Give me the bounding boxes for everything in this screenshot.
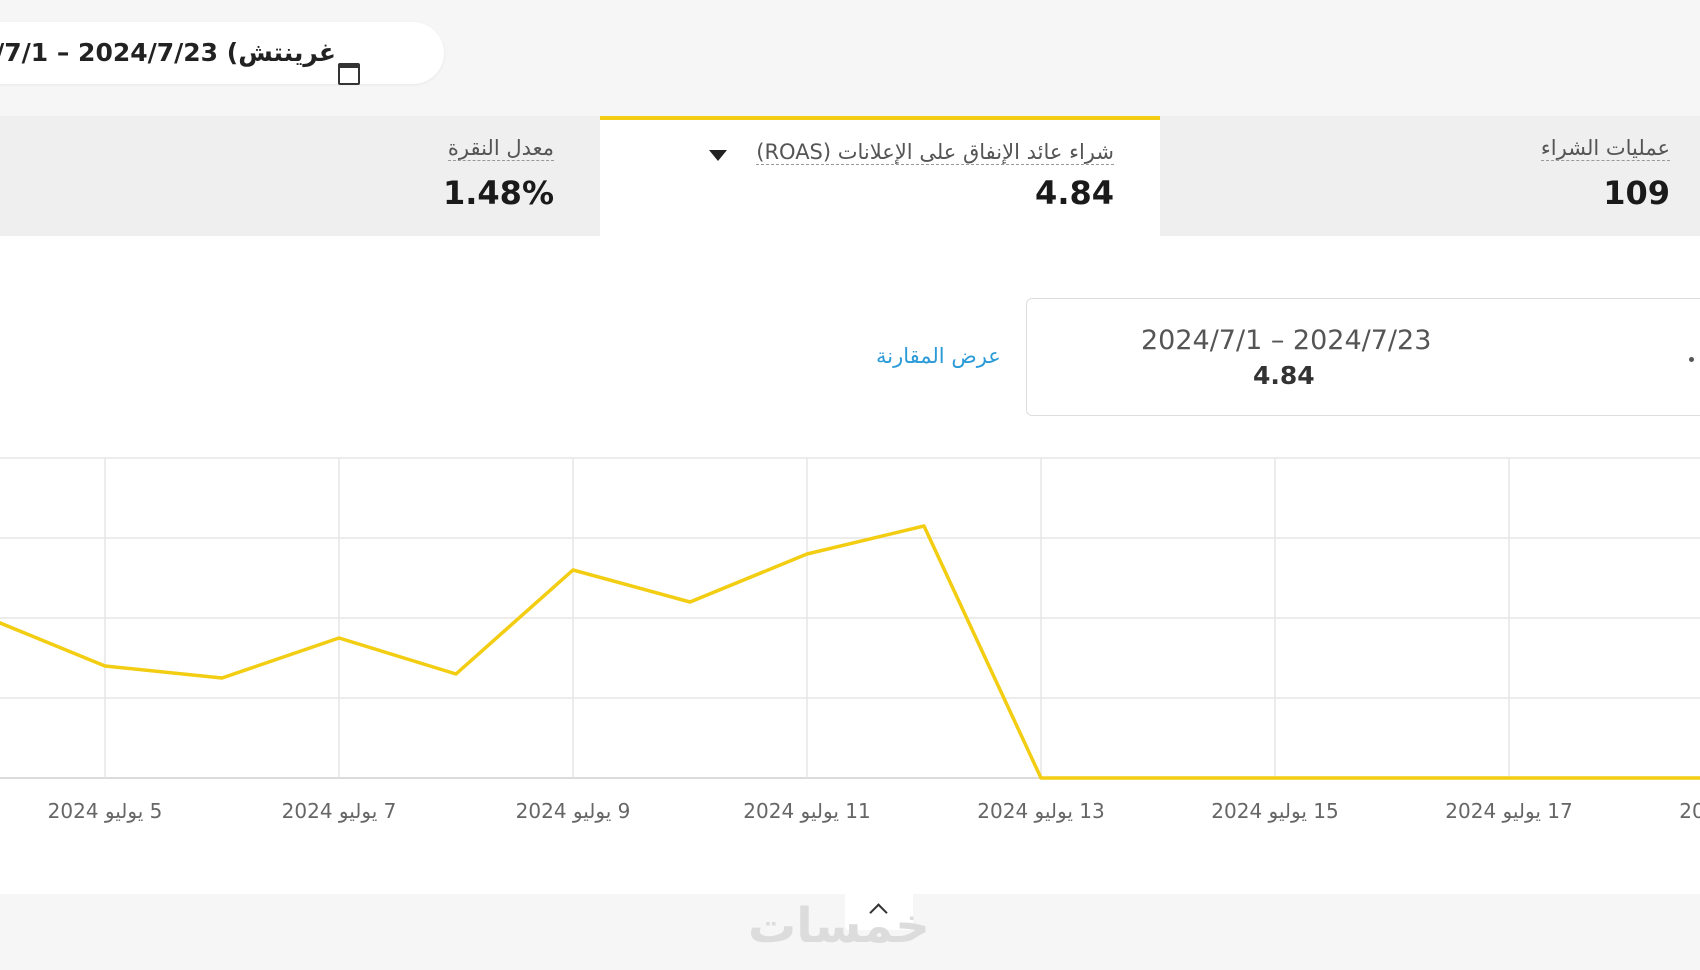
- data-point: [454, 672, 458, 676]
- watermark-text: خمسات: [748, 898, 930, 954]
- chart-series: [0, 524, 1700, 780]
- x-tick-label: 9 يوليو 2024: [516, 799, 631, 823]
- series-line: [0, 524, 1700, 780]
- x-tick-label: 7 يوليو 2024: [282, 799, 397, 823]
- data-point: [337, 636, 341, 640]
- data-point: [922, 524, 926, 528]
- data-point: [1273, 776, 1277, 780]
- data-point: [1039, 776, 1043, 780]
- chart-grid: [0, 457, 1700, 779]
- data-point: [1390, 776, 1394, 780]
- data-point: [571, 568, 575, 572]
- x-tick-label: 19 يوليو 2024: [1679, 799, 1700, 823]
- chart-x-ticks: 5 يوليو 2024 7 يوليو 2024 9 يوليو 2024 11 ي…: [48, 799, 1700, 823]
- data-point: [805, 552, 809, 556]
- data-point: [103, 664, 107, 668]
- data-point: [688, 600, 692, 604]
- data-point: [1507, 776, 1511, 780]
- data-point: [1624, 776, 1628, 780]
- data-point: [1156, 776, 1160, 780]
- x-tick-label: 15 يوليو 2024: [1211, 799, 1338, 823]
- x-tick-label: 11 يوليو 2024: [743, 799, 870, 823]
- x-tick-label: 13 يوليو 2024: [977, 799, 1104, 823]
- data-point: [220, 676, 224, 680]
- x-tick-label: 17 يوليو 2024: [1445, 799, 1572, 823]
- x-tick-label: 5 يوليو 2024: [48, 799, 163, 823]
- roas-line-chart: 5 يوليو 2024 7 يوليو 2024 9 يوليو 2024 11 ي…: [0, 457, 1700, 823]
